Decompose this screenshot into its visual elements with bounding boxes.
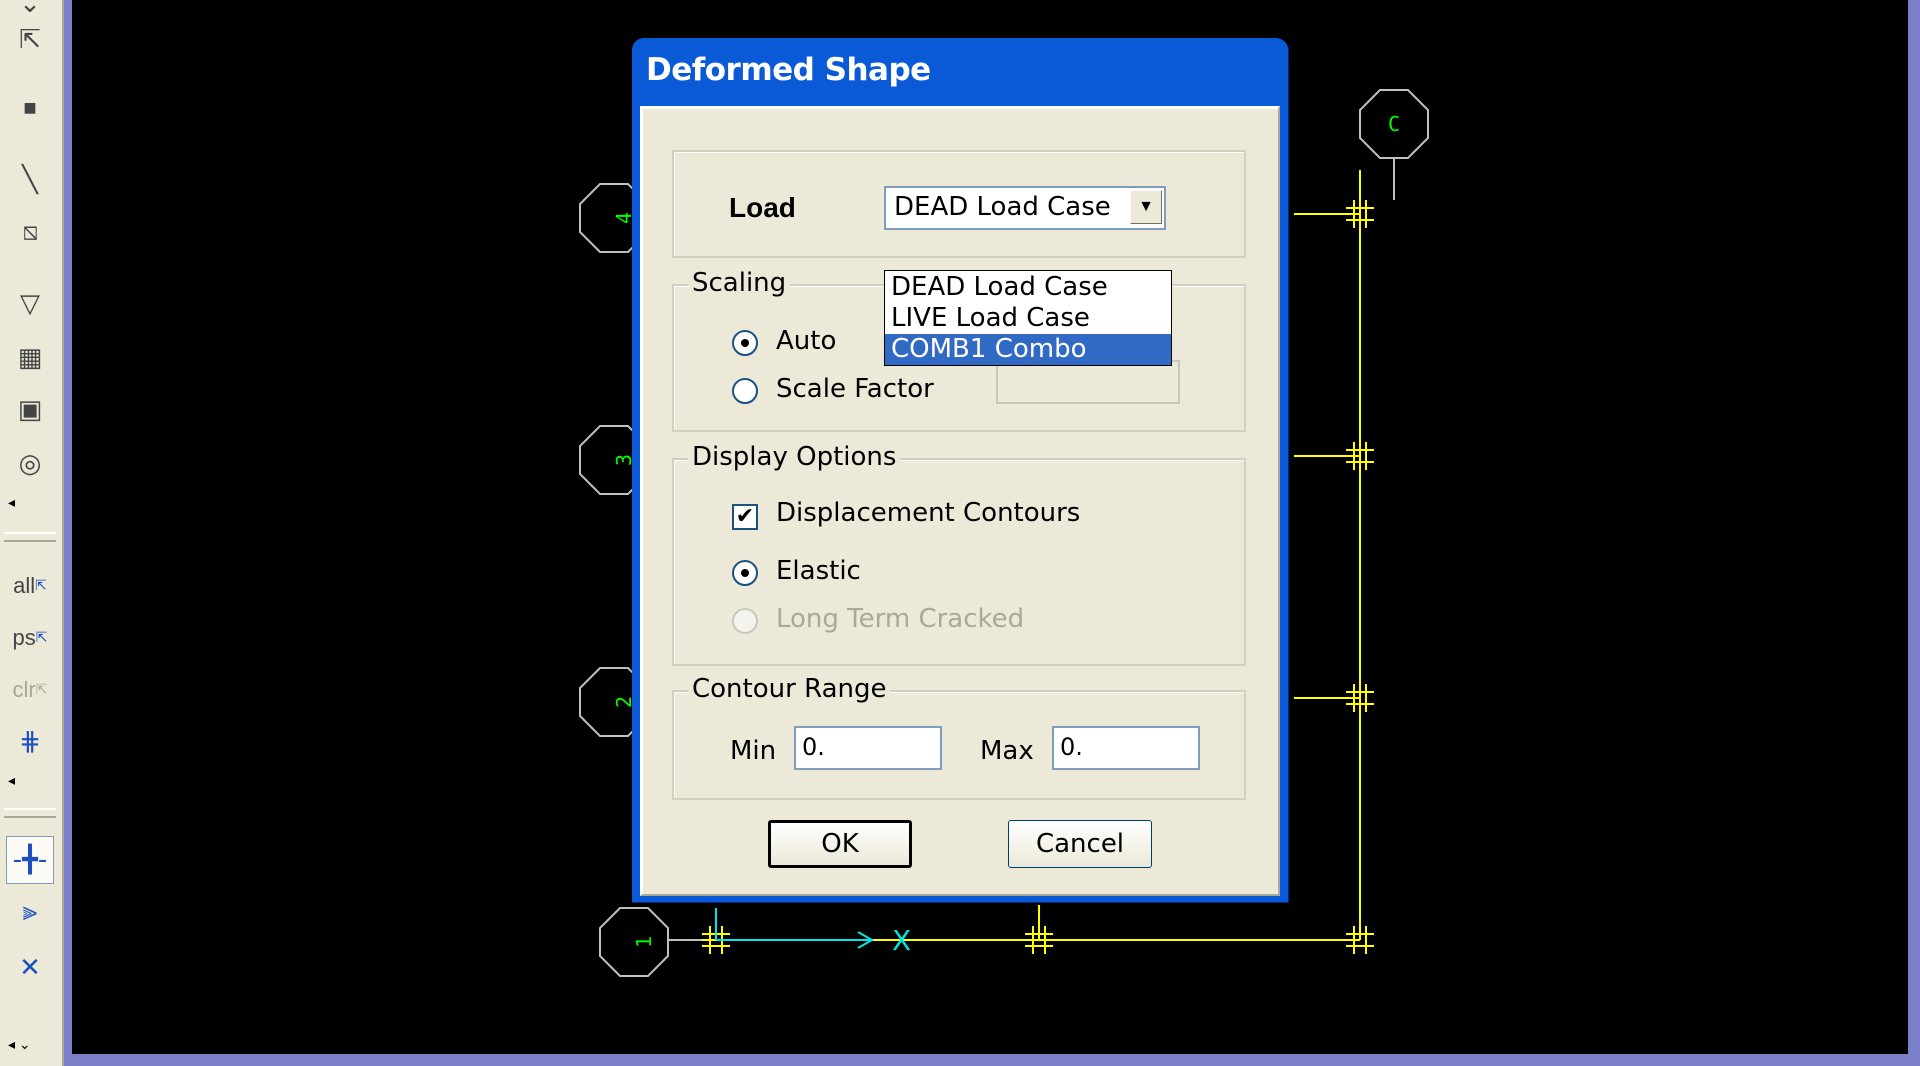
- scale-factor-radio-label: Scale Factor: [776, 374, 934, 404]
- draw-rectangle-icon[interactable]: ▦: [6, 334, 54, 382]
- toolbar-collapse-arrow-icon[interactable]: ◂: [8, 772, 15, 789]
- dialog-title: Deformed Shape: [646, 52, 931, 88]
- scale-factor-radio[interactable]: [732, 378, 758, 404]
- clear-selection-label: clr: [12, 677, 36, 702]
- intersect-select-icon[interactable]: ⋕: [6, 718, 54, 766]
- scaling-group-label: Scaling: [688, 268, 791, 298]
- quick-area-icon[interactable]: ▣: [6, 386, 54, 434]
- max-label: Max: [980, 736, 1034, 766]
- elastic-radio-label: Elastic: [776, 556, 861, 586]
- dialog-body: Load DEAD Load Case ▼ Scaling Auto Scale…: [640, 106, 1280, 896]
- displacement-contours-label: Displacement Contours: [776, 498, 1081, 528]
- select-all-label: all: [13, 573, 36, 598]
- toolbar-collapse-arrow-icon[interactable]: ◂: [8, 494, 15, 511]
- load-label: Load: [729, 192, 796, 223]
- contour-range-group-label: Contour Range: [688, 674, 891, 704]
- snap-ends-icon[interactable]: ⫸: [6, 888, 54, 936]
- scale-factor-field[interactable]: [996, 360, 1180, 404]
- display-options-group: [672, 458, 1246, 666]
- load-combo-value: DEAD Load Case: [894, 192, 1111, 222]
- point-icon[interactable]: ■: [6, 84, 54, 132]
- select-all-button[interactable]: all ⇱: [6, 562, 54, 610]
- displacement-contours-checkbox[interactable]: ✔: [732, 504, 758, 530]
- draw-line-icon[interactable]: ╲: [6, 156, 54, 204]
- min-field[interactable]: 0.: [794, 726, 942, 770]
- deformed-shape-dialog: Deformed Shape Load DEAD Load Case ▼ Sca…: [632, 38, 1288, 902]
- elastic-radio[interactable]: [732, 560, 758, 586]
- cursor-icon: ⇱: [35, 682, 48, 698]
- chevron-down-icon[interactable]: ▼: [1130, 190, 1162, 224]
- grid-bubble-c-label: C: [1388, 112, 1400, 136]
- snap-intersection-icon[interactable]: ✕: [6, 944, 54, 992]
- select-previous-label: ps: [12, 625, 36, 650]
- left-toolbar: ⌄ ⇱ ■ ╲ ⧅ ▽ ▦ ▣ ◎ ◂ all ⇱ ps ⇱ clr ⇱ ⋕ ◂ -╋…: [0, 0, 64, 1066]
- load-combo[interactable]: DEAD Load Case ▼: [884, 186, 1166, 230]
- axis-x-label: X: [892, 924, 911, 957]
- pointer-icon[interactable]: ⇱: [6, 16, 54, 64]
- clear-selection-button[interactable]: clr ⇱: [6, 666, 54, 714]
- draw-circle-icon[interactable]: ◎: [6, 440, 54, 488]
- min-label: Min: [730, 736, 777, 766]
- long-term-cracked-radio[interactable]: [732, 608, 758, 634]
- max-field[interactable]: 0.: [1052, 726, 1200, 770]
- draw-line-box-icon[interactable]: ⧅: [6, 208, 54, 256]
- toolbar-more-arrow-icon[interactable]: ◂ ⌄: [8, 1036, 31, 1053]
- ok-button[interactable]: OK: [768, 820, 912, 868]
- draw-area-icon[interactable]: ▽: [6, 280, 54, 328]
- load-dropdown-list: DEAD Load Case LIVE Load Case COMB1 Comb…: [884, 270, 1172, 366]
- load-option-dead[interactable]: DEAD Load Case: [885, 272, 1171, 303]
- select-previous-button[interactable]: ps ⇱: [6, 614, 54, 662]
- auto-radio[interactable]: [732, 330, 758, 356]
- auto-radio-label: Auto: [776, 326, 837, 356]
- load-option-live[interactable]: LIVE Load Case: [885, 303, 1171, 334]
- cursor-icon: ⇱: [35, 578, 47, 594]
- toolbar-separator: [4, 808, 56, 818]
- display-options-group-label: Display Options: [688, 442, 901, 472]
- global-axis: [715, 908, 875, 949]
- load-option-comb1[interactable]: COMB1 Combo: [885, 334, 1171, 365]
- cursor-icon: ⇱: [35, 630, 48, 646]
- cancel-button[interactable]: Cancel: [1008, 820, 1152, 868]
- toolbar-separator: [4, 532, 56, 542]
- long-term-cracked-radio-label: Long Term Cracked: [776, 604, 1025, 634]
- grid-bubble-1-label: 1: [632, 936, 656, 948]
- snap-points-icon[interactable]: -╋-: [6, 836, 54, 884]
